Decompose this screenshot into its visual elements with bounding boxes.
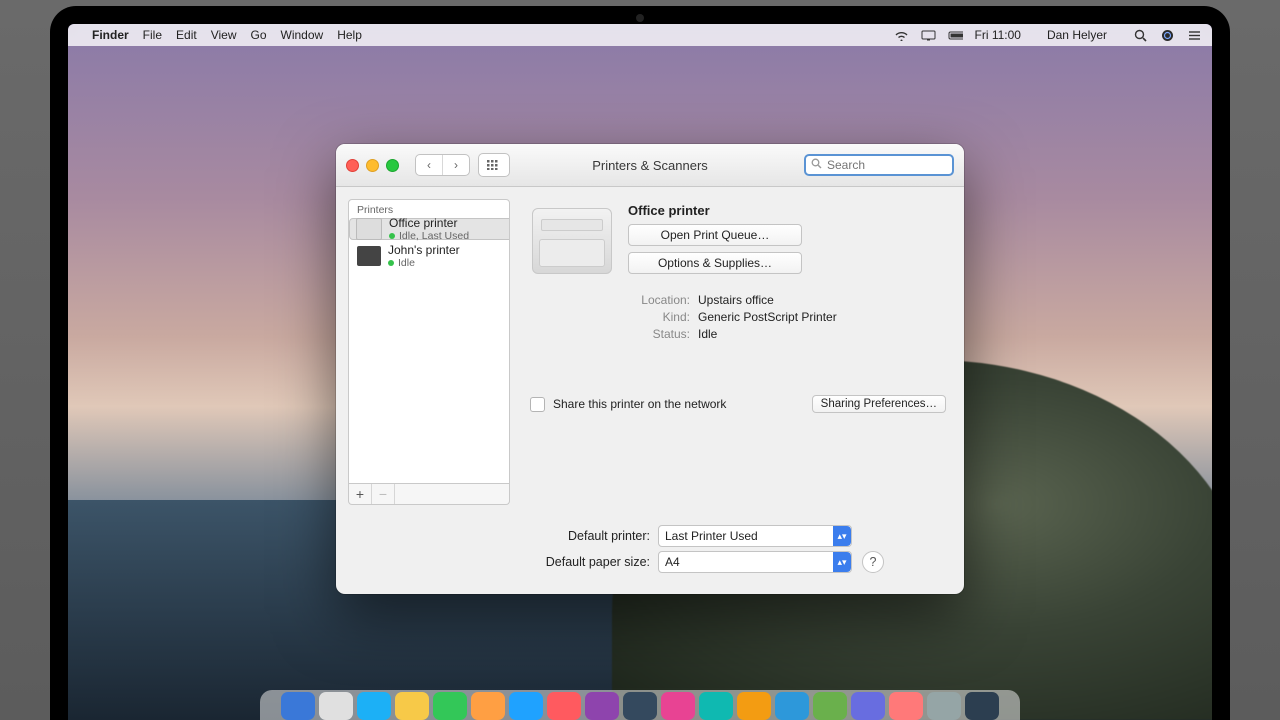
kind-value: Generic PostScript Printer xyxy=(698,310,837,324)
menu-file[interactable]: File xyxy=(143,28,162,42)
menubar-clock[interactable]: Fri 11:00 xyxy=(975,28,1021,42)
printer-icon xyxy=(356,218,382,240)
paper-size-label: Default paper size: xyxy=(350,555,650,569)
dock-app[interactable] xyxy=(775,692,809,720)
printer-status: Idle, Last Used xyxy=(399,230,469,242)
select-arrows-icon: ▴▾ xyxy=(833,552,851,572)
show-all-button[interactable] xyxy=(478,153,510,177)
share-printer-label: Share this printer on the network xyxy=(553,397,726,411)
dock-app[interactable] xyxy=(699,692,733,720)
zoom-button[interactable] xyxy=(386,159,399,172)
printer-name: Office printer xyxy=(389,216,469,230)
menu-window[interactable]: Window xyxy=(281,28,324,42)
printer-name: John's printer xyxy=(388,243,460,257)
window-footer: Default printer: Last Printer Used ▴▾ De… xyxy=(336,517,964,591)
add-printer-button[interactable]: + xyxy=(349,484,372,504)
back-button[interactable]: ‹ xyxy=(416,155,442,175)
select-arrows-icon: ▴▾ xyxy=(833,526,851,546)
spotlight-icon[interactable] xyxy=(1133,29,1148,41)
dock-app[interactable] xyxy=(357,692,391,720)
printer-row-office[interactable]: Office printer Idle, Last Used xyxy=(349,218,510,240)
dock-app[interactable] xyxy=(927,692,961,720)
dock-app[interactable] xyxy=(509,692,543,720)
menu-go[interactable]: Go xyxy=(251,28,267,42)
printer-sidebar: Printers Office printer Idle, Last Used xyxy=(348,199,510,505)
kind-label: Kind: xyxy=(530,310,690,324)
options-supplies-button[interactable]: Options & Supplies… xyxy=(628,252,802,274)
notification-center-icon[interactable] xyxy=(1187,29,1202,41)
dock-app[interactable] xyxy=(471,692,505,720)
display-icon[interactable] xyxy=(921,29,936,41)
default-printer-value: Last Printer Used xyxy=(665,529,758,543)
dock-app[interactable] xyxy=(547,692,581,720)
default-printer-select[interactable]: Last Printer Used ▴▾ xyxy=(658,525,852,547)
dock-app[interactable] xyxy=(319,692,353,720)
dock-app[interactable] xyxy=(661,692,695,720)
dock-app[interactable] xyxy=(395,692,429,720)
minimize-button[interactable] xyxy=(366,159,379,172)
dock-app[interactable] xyxy=(737,692,771,720)
dock-app[interactable] xyxy=(813,692,847,720)
menu-bar: Finder File Edit View Go Window Help Fri… xyxy=(68,24,1212,46)
menu-edit[interactable]: Edit xyxy=(176,28,197,42)
window-toolbar: ‹ › Printers & Scanners xyxy=(336,144,964,187)
status-dot-icon xyxy=(388,260,394,266)
dock-app[interactable] xyxy=(281,692,315,720)
search-field[interactable] xyxy=(804,154,954,176)
dock-app[interactable] xyxy=(965,692,999,720)
forward-button[interactable]: › xyxy=(442,155,469,175)
default-printer-label: Default printer: xyxy=(350,529,650,543)
printer-status: Idle xyxy=(398,257,415,269)
dock-app[interactable] xyxy=(851,692,885,720)
dock-app[interactable] xyxy=(623,692,657,720)
selected-printer-name: Office printer xyxy=(628,203,802,218)
status-value: Idle xyxy=(698,327,717,341)
printer-image xyxy=(532,208,612,274)
battery-icon[interactable] xyxy=(948,29,963,41)
menubar-user[interactable]: Dan Helyer xyxy=(1047,28,1107,42)
menu-view[interactable]: View xyxy=(211,28,237,42)
dock xyxy=(260,690,1020,720)
printer-row-johns[interactable]: John's printer Idle xyxy=(349,240,509,272)
app-menu[interactable]: Finder xyxy=(92,28,129,42)
printer-detail-pane: Office printer Open Print Queue… Options… xyxy=(524,199,952,505)
help-button[interactable]: ? xyxy=(862,551,884,573)
nav-buttons: ‹ › xyxy=(415,154,470,176)
printer-icon xyxy=(357,246,381,266)
paper-size-select[interactable]: A4 ▴▾ xyxy=(658,551,852,573)
share-printer-checkbox[interactable] xyxy=(530,397,545,412)
sharing-preferences-button[interactable]: Sharing Preferences… xyxy=(812,395,946,413)
location-value: Upstairs office xyxy=(698,293,774,307)
search-input[interactable] xyxy=(825,157,947,173)
siri-icon[interactable] xyxy=(1160,29,1175,41)
wifi-icon[interactable] xyxy=(894,29,909,41)
dock-app[interactable] xyxy=(433,692,467,720)
search-icon xyxy=(811,158,822,172)
printers-scanners-window: ‹ › Printers & Scanners xyxy=(336,144,964,594)
camera-dot xyxy=(636,14,644,22)
remove-printer-button[interactable]: − xyxy=(372,484,395,504)
dock-app[interactable] xyxy=(889,692,923,720)
close-button[interactable] xyxy=(346,159,359,172)
status-dot-icon xyxy=(389,233,395,239)
status-label: Status: xyxy=(530,327,690,341)
menu-help[interactable]: Help xyxy=(337,28,362,42)
paper-size-value: A4 xyxy=(665,555,680,569)
location-label: Location: xyxy=(530,293,690,307)
dock-app[interactable] xyxy=(585,692,619,720)
open-print-queue-button[interactable]: Open Print Queue… xyxy=(628,224,802,246)
